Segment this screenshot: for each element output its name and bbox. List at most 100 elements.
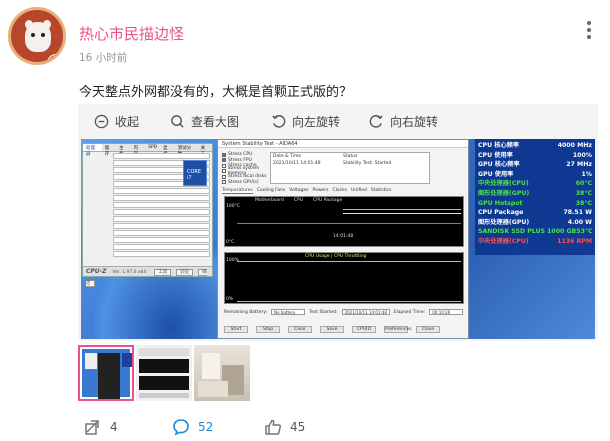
checkbox-box[interactable]	[222, 152, 226, 157]
repost-button[interactable]: 4	[84, 418, 118, 436]
thumbnail-1[interactable]	[78, 345, 134, 401]
osd-label: GPU 核心频率	[478, 161, 520, 169]
osd-value: 4.00 W	[567, 218, 592, 226]
aida64-tab[interactable]: Cooling Fans	[257, 188, 285, 194]
osd-value: 78.51 W	[563, 209, 592, 217]
cpuz-tab[interactable]: 缓存	[102, 144, 116, 157]
collapse-icon	[94, 114, 109, 129]
thumbs-up-icon	[265, 419, 282, 435]
checkbox-box[interactable]	[222, 158, 226, 162]
stress-checkbox[interactable]: Stress system memory	[222, 166, 268, 176]
avatar[interactable]: 大	[8, 7, 66, 65]
osd-row: CPU 使用率 100%	[478, 151, 592, 161]
aida64-tab[interactable]: Unified	[351, 188, 367, 194]
checkbox-box[interactable]	[222, 163, 226, 168]
aida64-button[interactable]: Start	[224, 326, 248, 333]
stress-checkbox[interactable]: Stress local disks	[222, 174, 268, 179]
checkbox-box[interactable]	[222, 174, 226, 179]
aida64-tab[interactable]: Temperatures	[222, 188, 253, 194]
graph2-title: CPU Usage | CPU Throttling	[305, 254, 367, 259]
stress-checkbox[interactable]: Stress CPU	[222, 152, 268, 157]
elapsed-label: Elapsed Time:	[393, 309, 426, 315]
collapse-button[interactable]: 收起	[94, 113, 139, 130]
rotate-left-button[interactable]: 向左旋转	[271, 113, 340, 130]
post-text: 今天整点外网都没有的，大概是首颗正式版的？	[79, 85, 353, 100]
cpuz-footer: CPU-Z Ver. 1.97.0.x64 工具 验证 确定	[83, 266, 212, 287]
intel-logo-text: CORE i7	[187, 169, 202, 181]
intel-core-logo: CORE i7	[183, 160, 207, 186]
stress-checkbox[interactable]: Stress FPU	[222, 158, 268, 163]
graph1-time-label: 14:01:48	[333, 234, 354, 239]
comment-button[interactable]: 52	[172, 418, 213, 436]
checkbox-label: Stress GPU(s)	[228, 179, 259, 185]
cpuz-tab[interactable]: 处理器	[83, 144, 102, 157]
rotate-left-label: 向左旋转	[292, 115, 341, 129]
aida64-tab[interactable]: Statistics	[371, 188, 392, 194]
osd-value: 100%	[572, 151, 592, 159]
aida64-status-table: Date & Time Status 2021/10/11 14:01:48 S…	[270, 152, 430, 184]
checkbox-box[interactable]	[222, 169, 226, 173]
screenshot-image[interactable]: 处理器缓存主板内存SPD显卡测试分数关于 CORE i7	[81, 139, 595, 339]
cpu-usage-line	[237, 261, 461, 262]
cpuz-tools-button[interactable]: 工具	[154, 269, 172, 276]
graph1-bottom-label: 0°C	[226, 240, 235, 245]
cpuz-tab[interactable]: 显卡	[160, 144, 174, 157]
cpu-throttling-line	[237, 301, 461, 302]
osd-label: SANDISK SSD PLUS 1000 GB	[478, 228, 577, 236]
osd-label: CPU Package	[478, 209, 524, 217]
graph1-legend-item: CPU Package	[313, 198, 343, 203]
username-link[interactable]: 热心市民描边怪	[79, 23, 184, 44]
cpuz-tab[interactable]: 内存	[131, 144, 145, 157]
package-temp-line	[343, 213, 461, 214]
col-date-header: Date & Time	[273, 154, 302, 159]
more-options-icon[interactable]	[586, 19, 592, 41]
aida64-button[interactable]: Preferences	[384, 326, 411, 333]
aida64-button[interactable]: Stop	[256, 326, 280, 333]
osd-value: 53°C	[576, 228, 593, 236]
aida64-button[interactable]: Close	[416, 326, 440, 333]
image-viewer: 收起 查看大图 向左旋转 向右旋转 处理器缓存主板内存SPD显卡测试分数关于	[78, 104, 598, 341]
osd-row: 中央处理器(CPU) 60°C	[478, 179, 592, 189]
avatar-eye-left	[31, 33, 35, 37]
view-large-label: 查看大图	[191, 115, 240, 129]
rotate-right-button[interactable]: 向右旋转	[369, 113, 438, 130]
aida64-button[interactable]: Clear	[288, 326, 312, 333]
checkbox-box[interactable]	[222, 180, 226, 184]
osd-value: 4000 MHz	[557, 142, 592, 149]
aida64-tab[interactable]: Voltages	[289, 188, 308, 194]
post-time: 16 小时前	[79, 52, 128, 64]
comment-icon	[173, 419, 189, 436]
avatar-eye-right	[41, 33, 45, 37]
cpuz-validate-button[interactable]: 验证	[176, 269, 194, 276]
started-value: 2021/10/11 14:01:48	[344, 310, 387, 315]
remaining-field: No battery	[271, 309, 306, 315]
aida64-button[interactable]: Save	[320, 326, 344, 333]
started-field: 2021/10/11 14:01:48	[341, 309, 390, 315]
osd-value: 60°C	[575, 180, 592, 188]
view-large-button[interactable]: 查看大图	[170, 113, 239, 130]
graph1-top-label: 100°C	[226, 204, 240, 209]
cpuz-tab[interactable]: 关于	[198, 144, 212, 157]
search-icon	[171, 115, 184, 128]
osd-label: GPU Hotspot	[478, 199, 523, 207]
osd-row: CPU 核心频率 4000 MHz	[478, 141, 592, 151]
hardware-monitor-osd: CPU 核心频率 4000 MHz CPU 使用率 100% GPU 核心频率 27 MH…	[475, 139, 595, 255]
osd-label: GPU 使用率	[478, 170, 514, 178]
thumbnail-2[interactable]	[136, 345, 192, 401]
aida64-tab[interactable]: Clocks	[332, 188, 347, 194]
stress-checkbox[interactable]: Stress GPU(s)	[222, 180, 268, 185]
row-status: Stability Test: Started	[343, 161, 392, 166]
aida64-button[interactable]: CPUID	[352, 326, 376, 333]
cpuz-tab[interactable]: 测试分数	[175, 144, 198, 157]
thumbnail-3[interactable]	[194, 345, 250, 401]
col-status-header: Status	[343, 154, 358, 159]
like-button[interactable]: 45	[264, 418, 305, 436]
rotate-right-icon	[369, 115, 383, 128]
osd-label: 中央处理器(CPU)	[478, 237, 529, 245]
collapse-label: 收起	[115, 115, 140, 129]
checkbox-label: Stress FPU	[228, 157, 252, 163]
cpuz-tab[interactable]: SPD	[145, 144, 160, 151]
cpuz-tab[interactable]: 主板	[116, 144, 130, 157]
osd-row: 图形处理器(GPU) 4.00 W	[478, 218, 592, 228]
aida64-tab[interactable]: Powers	[313, 188, 329, 194]
